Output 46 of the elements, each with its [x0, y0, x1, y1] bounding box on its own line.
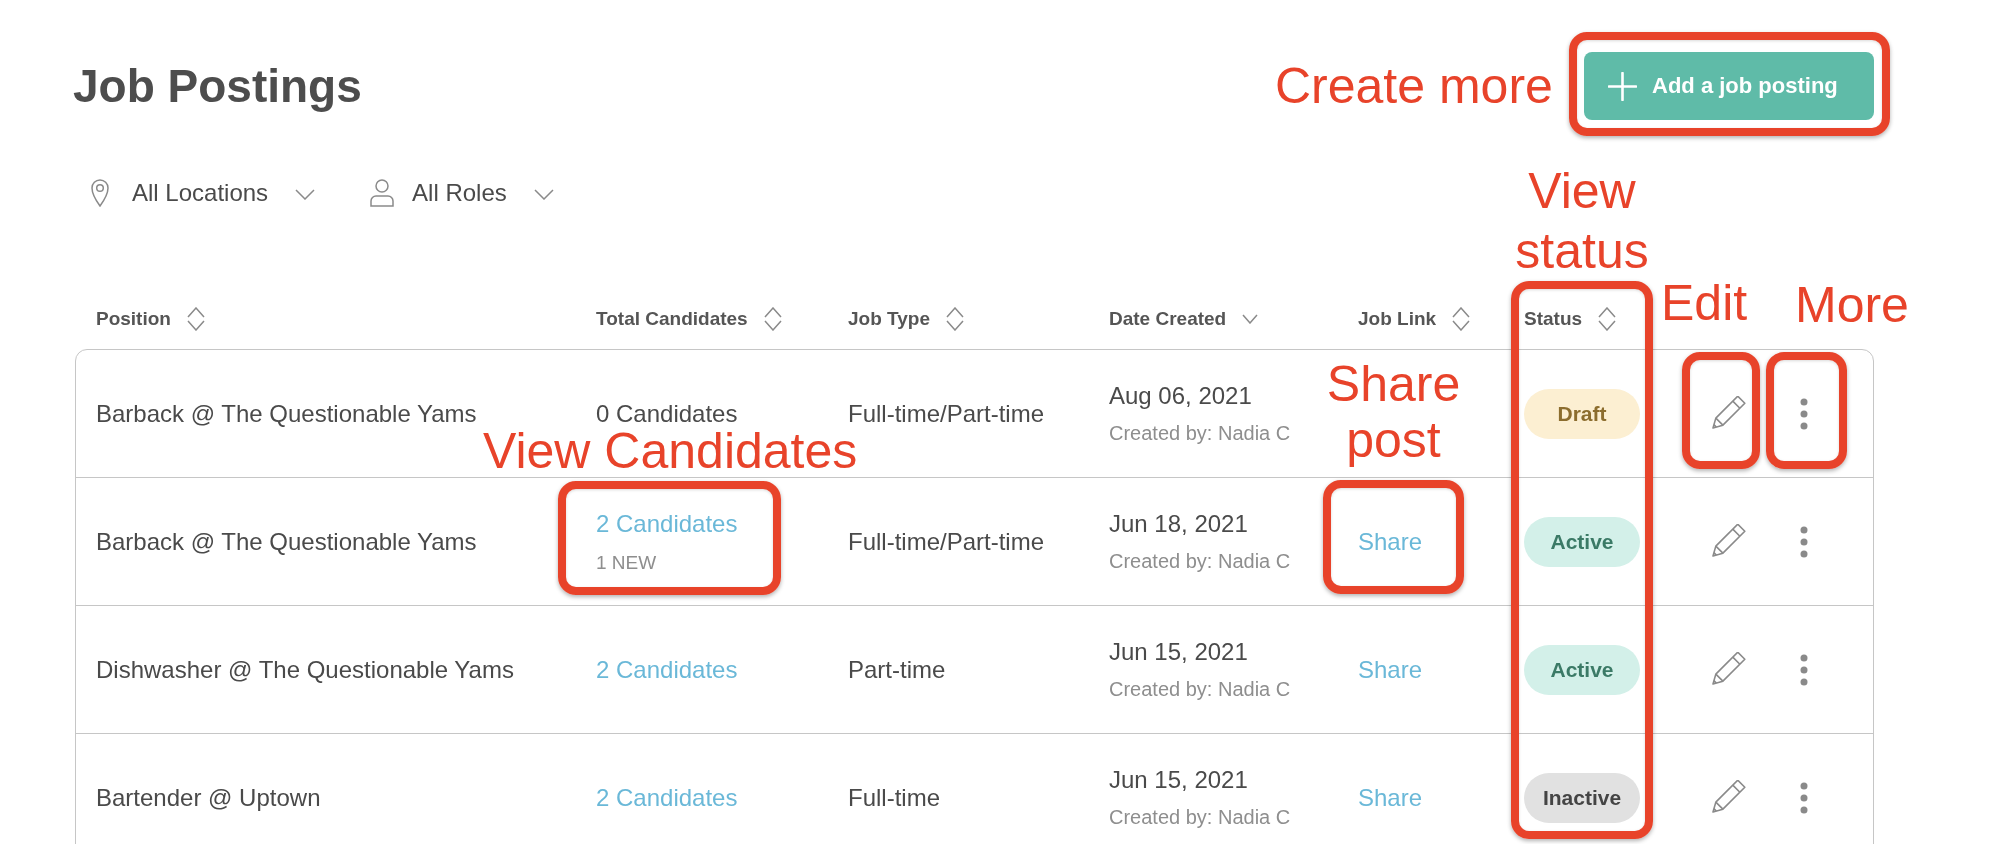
- callout-label: Share post: [1325, 356, 1462, 468]
- job-type-cell: Full-time: [848, 783, 940, 812]
- position-cell: Barback @ The Questionable Yams: [96, 527, 477, 556]
- plus-icon: [1608, 71, 1637, 101]
- status-pill: Draft: [1524, 388, 1640, 439]
- job-type-cell: Full-time/Part-time: [848, 527, 1045, 556]
- person-icon: [370, 179, 395, 207]
- location-filter[interactable]: All Locations: [91, 179, 316, 207]
- new-count-label: 1 NEW: [596, 551, 657, 574]
- position-cell: Dishwasher @ The Questionable Yams: [96, 655, 514, 684]
- status-pill: Active: [1524, 644, 1640, 695]
- column-header[interactable]: Job Link: [1358, 307, 1471, 331]
- callout-label: View status: [1514, 162, 1650, 281]
- more-icon[interactable]: [1800, 525, 1808, 558]
- column-header[interactable]: Position: [96, 307, 205, 331]
- more-icon[interactable]: [1800, 653, 1808, 686]
- more-icon[interactable]: [1800, 781, 1808, 814]
- column-header[interactable]: Job Type: [848, 307, 964, 331]
- status-pill: Inactive: [1524, 772, 1640, 823]
- chevron-down-icon: [295, 188, 316, 200]
- date-created-cell: Aug 06, 2021: [1109, 382, 1252, 410]
- date-created-cell: Jun 15, 2021: [1109, 766, 1248, 794]
- chevron-down-icon: [533, 188, 554, 200]
- page-title: Job Postings: [73, 60, 362, 112]
- column-header[interactable]: Total Candidates: [596, 307, 782, 331]
- date-created-cell: Jun 18, 2021: [1109, 510, 1248, 538]
- location-pin-icon: [91, 179, 109, 207]
- created-by-label: Created by: Nadia C: [1109, 678, 1291, 701]
- callout-label: More: [1795, 280, 1909, 330]
- position-cell: Barback @ The Questionable Yams: [96, 399, 477, 428]
- callout-label: Edit: [1661, 278, 1748, 328]
- callout-label: Create more: [1275, 61, 1553, 111]
- position-cell: Bartender @ Uptown: [96, 783, 321, 812]
- job-type-cell: Full-time/Part-time: [848, 399, 1045, 428]
- more-icon[interactable]: [1800, 397, 1808, 430]
- created-by-label: Created by: Nadia C: [1109, 550, 1291, 573]
- column-header[interactable]: Date Created: [1109, 308, 1259, 330]
- status-pill: Active: [1524, 516, 1640, 567]
- created-by-label: Created by: Nadia C: [1109, 422, 1291, 445]
- callout-label: View Candidates: [483, 426, 858, 476]
- job-type-cell: Part-time: [848, 655, 946, 684]
- created-by-label: Created by: Nadia C: [1109, 806, 1291, 829]
- candidates-count: 0 Candidates: [596, 399, 738, 428]
- date-created-cell: Jun 15, 2021: [1109, 638, 1248, 666]
- role-filter[interactable]: All Roles: [370, 179, 554, 207]
- column-header[interactable]: Status: [1524, 307, 1617, 331]
